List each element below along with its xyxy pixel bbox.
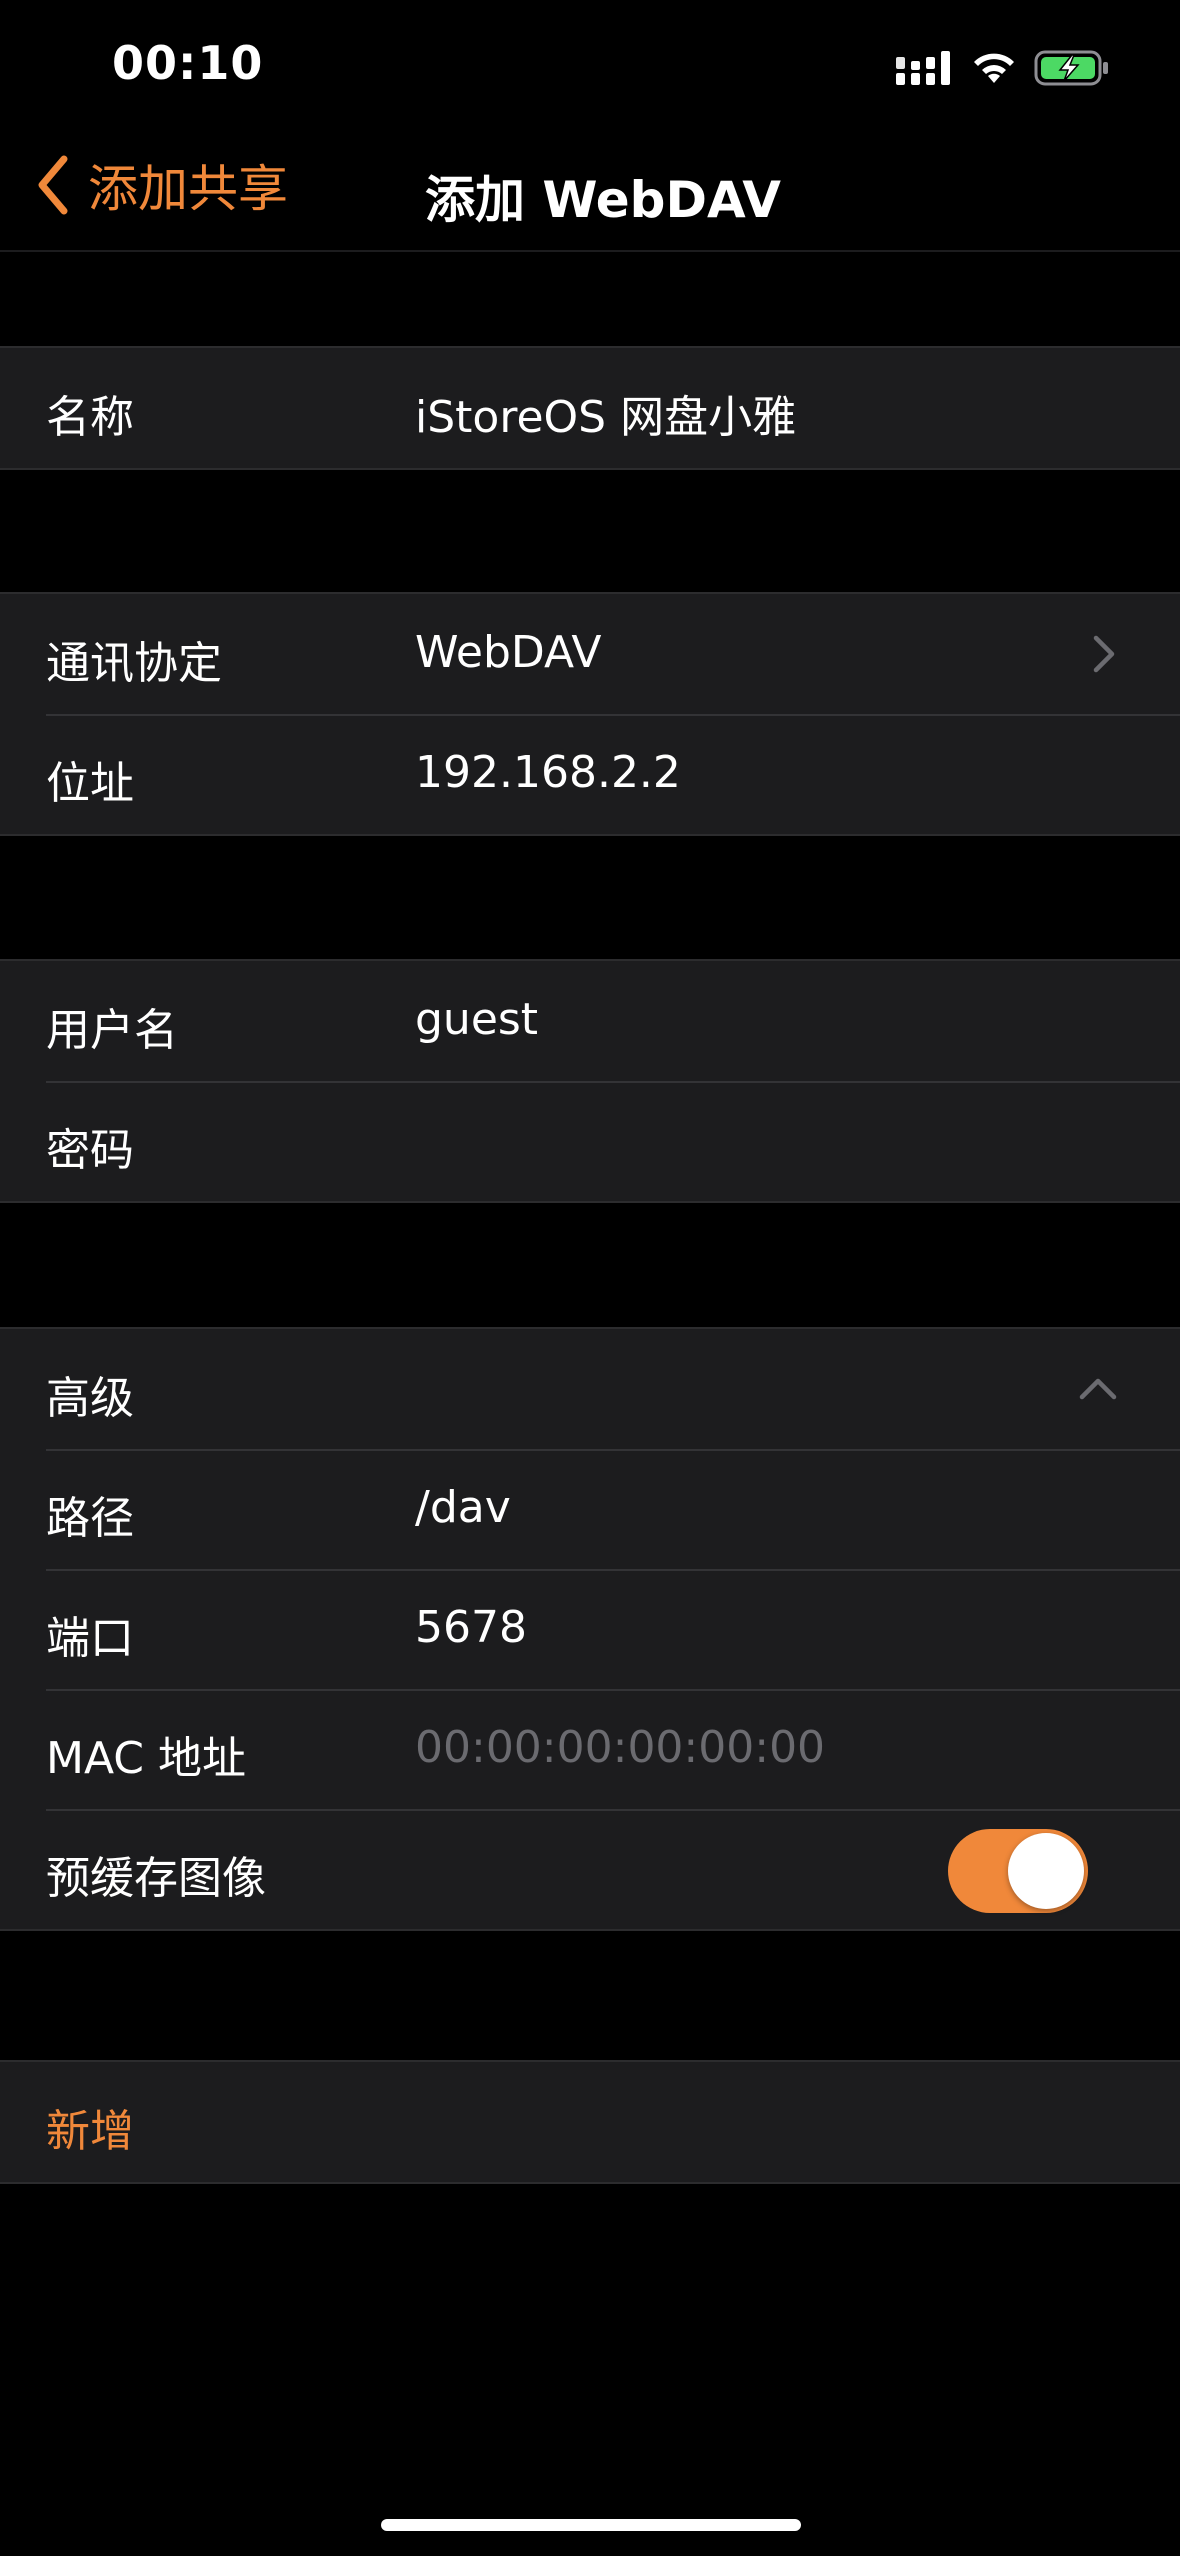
username-field[interactable]: guest [415, 994, 538, 1045]
name-row[interactable]: 名称 iStoreOS 网盘小雅 [0, 348, 1180, 468]
precache-toggle[interactable] [948, 1829, 1088, 1913]
precache-row: 预缓存图像 [0, 1809, 1180, 1929]
password-label: 密码 [46, 1125, 134, 1176]
navigation-bar: 添加共享 添加 WebDAV [0, 130, 1180, 252]
signal-icon [896, 51, 950, 85]
port-field[interactable]: 5678 [415, 1602, 527, 1653]
name-field[interactable]: iStoreOS 网盘小雅 [415, 381, 796, 445]
address-row[interactable]: 位址 192.168.2.2 [0, 714, 1180, 834]
address-field[interactable]: 192.168.2.2 [415, 747, 681, 798]
home-indicator [381, 2519, 801, 2531]
advanced-header-row[interactable]: 高级 [0, 1329, 1180, 1449]
address-label: 位址 [46, 758, 134, 809]
protocol-value: WebDAV [415, 627, 602, 678]
add-button[interactable]: 新增 [46, 2095, 134, 2159]
page-title: 添加 WebDAV [425, 171, 781, 229]
back-button[interactable]: 添加共享 [36, 150, 288, 220]
credentials-group: 用户名 guest 密码 [0, 959, 1180, 1203]
precache-label: 预缓存图像 [46, 1853, 266, 1904]
chevron-up-icon[interactable] [1074, 1365, 1122, 1413]
protocol-label: 通讯协定 [46, 638, 222, 689]
mac-field[interactable]: 00:00:00:00:00:00 [415, 1722, 825, 1773]
battery-charging-icon [1034, 50, 1108, 86]
path-row[interactable]: 路径 /dav [0, 1449, 1180, 1569]
advanced-label: 高级 [46, 1373, 134, 1424]
path-field[interactable]: /dav [415, 1482, 511, 1533]
username-row[interactable]: 用户名 guest [0, 961, 1180, 1081]
chevron-right-icon [1093, 635, 1115, 673]
username-label: 用户名 [46, 1005, 178, 1056]
mac-row[interactable]: MAC 地址 00:00:00:00:00:00 [0, 1689, 1180, 1809]
name-group: 名称 iStoreOS 网盘小雅 [0, 346, 1180, 470]
status-bar: 00:10 [0, 0, 1180, 130]
back-label: 添加共享 [88, 160, 288, 218]
wifi-icon [974, 53, 1014, 83]
protocol-row[interactable]: 通讯协定 WebDAV [0, 594, 1180, 714]
action-group: 新增 [0, 2060, 1180, 2184]
mac-label: MAC 地址 [46, 1733, 246, 1784]
add-row[interactable]: 新增 [0, 2062, 1180, 2182]
name-label: 名称 [46, 392, 134, 443]
path-label: 路径 [46, 1493, 134, 1544]
password-row[interactable]: 密码 [0, 1081, 1180, 1201]
toggle-knob [1008, 1833, 1084, 1909]
connection-group: 通讯协定 WebDAV 位址 192.168.2.2 [0, 592, 1180, 836]
port-row[interactable]: 端口 5678 [0, 1569, 1180, 1689]
port-label: 端口 [46, 1613, 134, 1664]
advanced-group: 高级 路径 /dav 端口 5678 MAC 地址 00:00:00:00:00… [0, 1327, 1180, 1931]
status-time: 00:10 [112, 36, 264, 90]
chevron-left-icon [38, 155, 68, 215]
status-icons [896, 46, 1110, 90]
